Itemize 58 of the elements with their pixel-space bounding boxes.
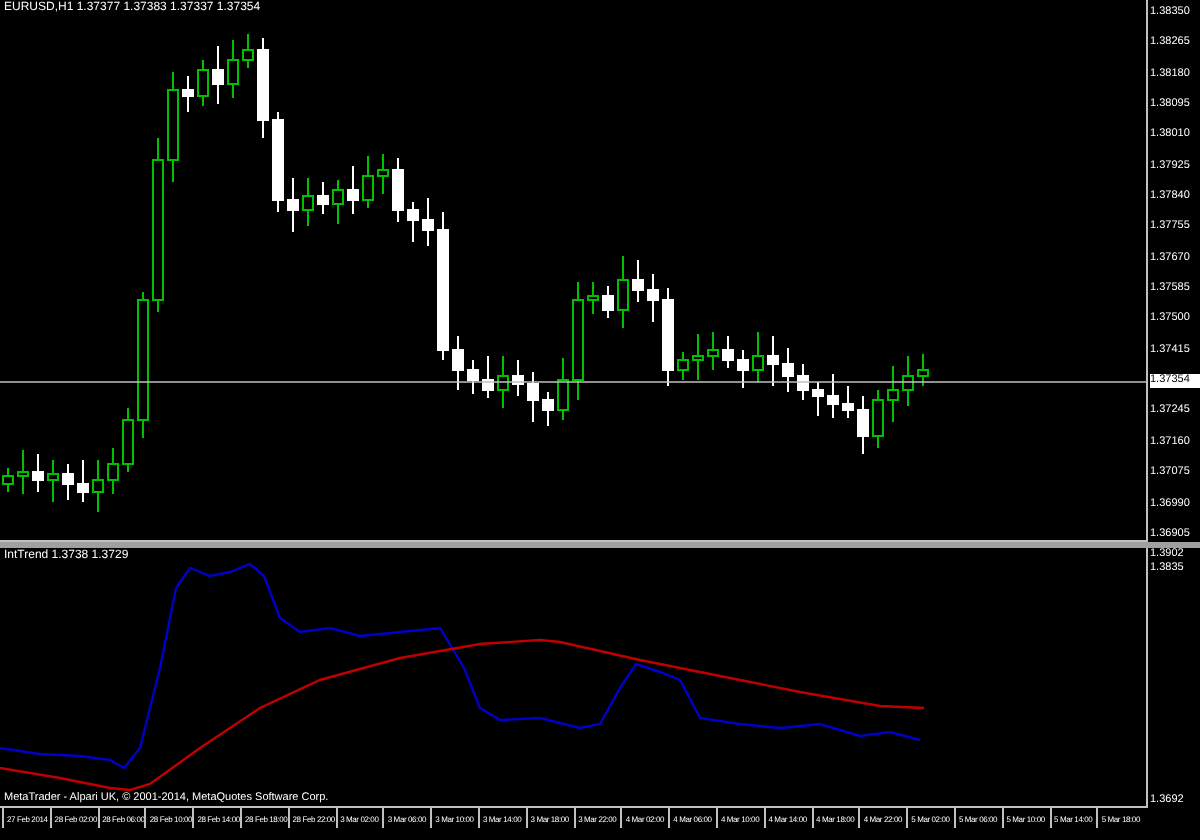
candle xyxy=(77,459,89,503)
candle xyxy=(902,355,914,407)
candle xyxy=(287,177,299,233)
candle xyxy=(482,355,494,399)
candle xyxy=(17,449,29,495)
candle xyxy=(827,373,839,419)
candle xyxy=(317,181,329,215)
candle xyxy=(257,37,269,139)
candle xyxy=(677,351,689,381)
candle xyxy=(212,45,224,105)
candle xyxy=(812,381,824,417)
candle xyxy=(662,287,674,387)
candle xyxy=(857,395,869,455)
candle xyxy=(422,197,434,247)
candle xyxy=(767,335,779,387)
candle xyxy=(407,201,419,243)
candle xyxy=(272,111,284,213)
candle xyxy=(392,157,404,223)
candle xyxy=(602,285,614,319)
candle xyxy=(887,365,899,423)
candle xyxy=(347,165,359,215)
candle xyxy=(32,453,44,493)
candle xyxy=(692,333,704,381)
candle xyxy=(842,385,854,419)
candle xyxy=(182,75,194,113)
candle xyxy=(617,255,629,329)
candle xyxy=(797,363,809,401)
candle xyxy=(557,357,569,421)
candle xyxy=(527,371,539,423)
candle xyxy=(722,335,734,369)
candle xyxy=(302,177,314,227)
candle xyxy=(497,355,509,409)
candle xyxy=(62,463,74,501)
candle xyxy=(227,39,239,99)
candle xyxy=(47,459,59,503)
candle xyxy=(647,273,659,323)
candle xyxy=(467,359,479,395)
candle xyxy=(752,331,764,383)
candle xyxy=(92,459,104,513)
candle xyxy=(917,353,929,387)
candle xyxy=(122,407,134,473)
candle xyxy=(872,389,884,449)
candle xyxy=(197,59,209,107)
candle xyxy=(167,71,179,183)
candle xyxy=(377,153,389,195)
candle xyxy=(572,281,584,401)
candle xyxy=(512,359,524,397)
candle xyxy=(632,259,644,303)
candle xyxy=(707,331,719,371)
candle xyxy=(452,335,464,391)
candle xyxy=(782,347,794,393)
candle xyxy=(737,349,749,389)
candle xyxy=(542,391,554,427)
candle xyxy=(587,281,599,315)
candle xyxy=(107,447,119,495)
candle xyxy=(362,155,374,209)
candle xyxy=(332,179,344,225)
candle xyxy=(242,33,254,69)
